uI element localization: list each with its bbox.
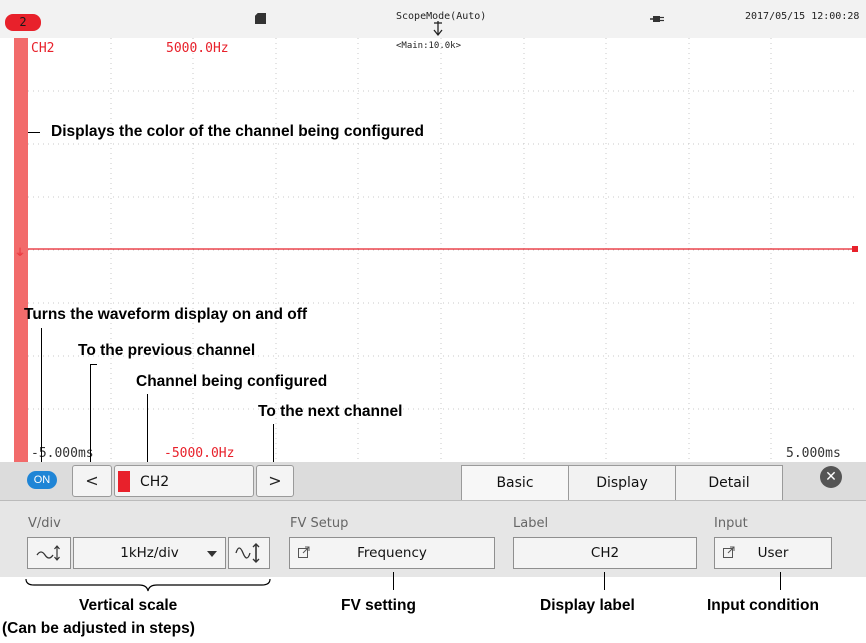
annotation-vertical-scale: Vertical scale <box>79 597 178 614</box>
channel-selector-label: CH2 <box>140 474 170 490</box>
annotation-prev-channel: To the previous channel <box>78 342 256 359</box>
channel-color-swatch <box>118 471 130 492</box>
tab-display[interactable]: Display <box>568 465 676 500</box>
external-open-icon <box>298 546 310 558</box>
annotation-brace <box>25 578 271 592</box>
y-axis-min: -5000.0Hz <box>164 446 235 461</box>
annotation-leader <box>147 394 148 466</box>
annotation-display-toggle: Turns the waveform display on and off <box>24 306 308 323</box>
annotation-channel-configured: Channel being configured <box>136 373 328 390</box>
date-time: 2017/05/15 12:00:28 <box>745 11 860 22</box>
annotation-leader <box>273 424 274 466</box>
vdiv-group-label: V/div <box>28 516 61 531</box>
chevron-down-icon <box>207 551 217 557</box>
input-value: User <box>757 545 789 561</box>
coarse-adjust-button[interactable] <box>228 537 270 569</box>
vdiv-select[interactable]: 1kHz/div <box>73 537 226 569</box>
fine-adjust-wave-icon <box>36 545 60 561</box>
sd-card-icon <box>255 13 266 24</box>
annotation-next-channel: To the next channel <box>258 403 403 420</box>
fv-setup-value: Frequency <box>357 545 427 561</box>
display-on-toggle[interactable]: ON <box>27 471 57 489</box>
annotation-leader <box>90 364 91 464</box>
close-icon[interactable]: ✕ <box>820 466 842 488</box>
annotation-fv-setting: FV setting <box>341 597 416 614</box>
waveform-frequency: 5000.0Hz <box>166 41 229 56</box>
label-value: CH2 <box>590 545 620 561</box>
trace-end-marker <box>852 246 858 252</box>
prev-channel-button[interactable]: < <box>72 465 112 497</box>
fv-setup-button[interactable]: Frequency <box>289 537 495 569</box>
tab-basic[interactable]: Basic <box>461 465 569 500</box>
x-axis-max: 5.000ms <box>786 446 841 461</box>
input-group-label: Input <box>714 516 748 531</box>
annotation-input-condition: Input condition <box>707 597 819 614</box>
annotation-leader <box>780 572 781 590</box>
coarse-adjust-wave-icon <box>235 543 260 563</box>
input-button[interactable]: User <box>714 537 832 569</box>
vdiv-value: 1kHz/div <box>120 545 179 561</box>
power-plug-icon <box>650 16 664 22</box>
annotation-leader <box>604 572 605 590</box>
annotation-leader <box>41 328 42 470</box>
annotation-color-bar: Displays the color of the channel being … <box>51 123 424 140</box>
label-group-label: Label <box>513 516 549 531</box>
channel-tab[interactable]: 2 <box>5 14 41 31</box>
annotation-leader <box>90 364 97 365</box>
external-open-icon <box>723 546 735 558</box>
next-channel-button[interactable]: > <box>256 465 294 497</box>
annotation-display-label: Display label <box>540 597 635 614</box>
channel-selector[interactable] <box>114 465 254 497</box>
trigger-position-icon <box>433 21 443 37</box>
ground-marker-icon: ⏚ <box>15 248 25 259</box>
waveform-channel-label: CH2 <box>31 41 55 56</box>
annotation-vertical-scale-note: (Can be adjusted in steps) <box>2 620 195 637</box>
main-record-length: <Main:10.0k> <box>396 41 462 51</box>
label-button[interactable]: CH2 <box>513 537 697 569</box>
waveform-grid <box>28 38 858 462</box>
annotation-leader <box>28 132 40 133</box>
fine-adjust-button[interactable] <box>27 537 71 569</box>
fv-setup-group-label: FV Setup <box>290 516 349 531</box>
annotation-leader <box>393 572 394 590</box>
tab-detail[interactable]: Detail <box>675 465 783 500</box>
